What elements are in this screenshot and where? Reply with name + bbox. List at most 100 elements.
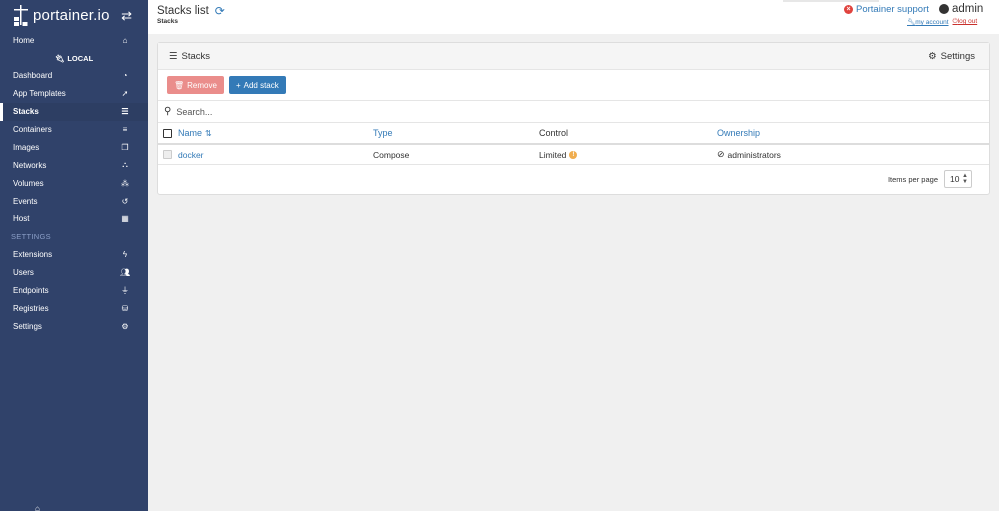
sidebar-item-registries[interactable]: Registries ⛁	[0, 300, 148, 318]
search-icon: ⚲	[164, 106, 172, 117]
dropdown-shadow	[783, 0, 879, 2]
widget-title: Stacks	[181, 50, 211, 62]
user-links: 🔧︎my account ⏻log out	[907, 18, 977, 26]
times-circle-icon: ×	[844, 5, 853, 14]
th-list-icon: ☰	[169, 50, 178, 62]
sidebar-item-home[interactable]: Home ⌂	[0, 32, 148, 50]
sidebar-item-volumes[interactable]: Volumes ⁂	[0, 174, 148, 192]
home-icon: ⌂	[122, 36, 128, 46]
page-header: Stacks list ⟳ Stacks × Portainer support…	[148, 0, 999, 34]
history-icon: ↺	[121, 196, 129, 206]
sidebar-item-images[interactable]: Images ❐	[0, 138, 148, 156]
select-arrows-icon: ▲ ▼	[962, 173, 968, 185]
user-circle-icon	[939, 4, 949, 14]
sort-alpha-icon: ⇅	[205, 128, 212, 138]
select-all-checkbox[interactable]	[163, 128, 172, 138]
exclamation-circle-icon: !	[569, 150, 578, 159]
sitemap-icon: ⛬	[122, 160, 128, 170]
table-header: Name ⇅ Type Control Ownership	[158, 123, 989, 145]
trash-icon: 🗑︎	[174, 80, 185, 90]
portainer-crane-icon	[14, 4, 28, 26]
sidebar: portainer.io ⇄ Home ⌂ 🔌︎ LOCAL Dashboard…	[0, 0, 148, 511]
sidebar-item-host[interactable]: Host ▦	[0, 210, 148, 228]
sidebar-item-label: Users	[13, 268, 34, 278]
add-stack-button[interactable]: + Add stack	[228, 76, 286, 94]
th-list-icon: ☰	[121, 107, 129, 117]
sidebar-item-label: App Templates	[13, 89, 66, 99]
sidebar-item-label: Volumes	[13, 178, 44, 188]
log-out-label: log out	[957, 18, 978, 25]
stack-ownership: ⊘ administrators	[717, 149, 781, 160]
remove-label: Remove	[187, 80, 217, 90]
stack-name-link[interactable]: docker	[178, 150, 204, 160]
column-name-label: Name	[178, 128, 203, 138]
sidebar-item-stacks[interactable]: Stacks ☰	[0, 102, 148, 121]
portainer-support-link[interactable]: × Portainer support	[844, 4, 929, 15]
control-label: Limited	[539, 149, 567, 160]
cog-icon: ⚙	[928, 50, 937, 62]
portainer-logo[interactable]: portainer.io	[12, 4, 110, 27]
sidebar-item-app-templates[interactable]: App Templates ➚	[0, 85, 148, 103]
search-bar: ⚲	[158, 100, 989, 123]
sidebar-item-containers[interactable]: Containers ≡	[0, 121, 148, 139]
column-control-header: Control	[539, 128, 569, 138]
sidebar-item-networks[interactable]: Networks ⛬	[0, 156, 148, 174]
sidebar-item-extensions[interactable]: Extensions ϟ	[0, 246, 148, 264]
table-settings-button[interactable]: ⚙ Settings	[928, 51, 975, 62]
tachometer-icon: ◔	[122, 71, 128, 81]
table-footer: Items per page 10 ▲ ▼	[158, 165, 989, 193]
sidebar-item-label: Home	[13, 36, 35, 46]
add-stack-label: Add stack	[243, 80, 279, 90]
row-checkbox[interactable]	[163, 150, 172, 159]
sidebar-item-dashboard[interactable]: Dashboard ◔	[0, 67, 148, 85]
plug-icon: 🔌︎	[54, 53, 65, 63]
server-icon: ≡	[122, 125, 128, 134]
sidebar-item-users[interactable]: Users 👥︎	[0, 264, 148, 282]
log-out-link[interactable]: ⏻log out	[953, 18, 978, 26]
cubes-icon: ⁂	[121, 178, 129, 188]
stack-control: Limited !	[539, 149, 578, 160]
sidebar-item-label: Networks	[13, 160, 47, 170]
column-name-header[interactable]: Name ⇅	[178, 128, 212, 138]
sidebar-item-label: Registries	[13, 304, 49, 314]
column-type-header[interactable]: Type	[373, 128, 393, 138]
remove-button[interactable]: 🗑︎ Remove	[167, 76, 224, 94]
rocket-icon: ➚	[121, 89, 129, 99]
sidebar-item-label: Stacks	[13, 107, 39, 117]
sidebar-item-label: Host	[13, 214, 30, 224]
endpoint-name: 🔌︎ LOCAL	[0, 50, 148, 67]
plug-icon: ⏚	[121, 286, 129, 296]
sidebar-item-settings[interactable]: Settings ⚙	[0, 317, 148, 335]
support-label: Portainer support	[856, 4, 929, 15]
brand: portainer.io ⇄	[0, 0, 148, 31]
my-account-label: my account	[915, 19, 949, 26]
bolt-icon: ϟ	[122, 250, 128, 260]
page-title-text: Stacks list	[157, 5, 209, 17]
username: admin	[952, 3, 984, 15]
portainer-footer-icon: ⌂	[35, 504, 40, 511]
search-input[interactable]	[176, 106, 577, 117]
users-icon: 👥︎	[120, 268, 131, 278]
items-per-page-select[interactable]: 10 ▲ ▼	[944, 170, 972, 188]
logo-text: portainer.io	[33, 7, 110, 24]
exchange-icon[interactable]: ⇄	[121, 8, 132, 24]
page-title: Stacks list ⟳	[157, 4, 225, 18]
sidebar-item-label: Dashboard	[13, 71, 53, 81]
refresh-icon[interactable]: ⟳	[215, 4, 225, 18]
table-row: docker Compose Limited ! ⊘ administrator…	[158, 145, 989, 165]
sidebar-item-label: Containers	[13, 125, 52, 134]
ownership-label: administrators	[727, 149, 781, 160]
breadcrumb: Stacks	[157, 18, 178, 25]
main-content: ☰ Stacks ⚙ Settings 🗑︎ Remove + Add stac…	[148, 34, 999, 511]
sidebar-item-label: Extensions	[13, 250, 53, 260]
items-per-page-label: Items per page	[887, 174, 938, 184]
sidebar-item-label: Settings	[13, 321, 42, 331]
sidebar-item-endpoints[interactable]: Endpoints ⏚	[0, 282, 148, 300]
my-account-link[interactable]: 🔧︎my account	[907, 18, 949, 26]
sidebar-item-events[interactable]: Events ↺	[0, 192, 148, 210]
column-ownership-header[interactable]: Ownership	[717, 128, 760, 138]
sidebar-item-label: Images	[13, 142, 40, 152]
actions-toolbar: 🗑︎ Remove + Add stack	[158, 70, 989, 100]
widget-header: ☰ Stacks ⚙ Settings	[158, 43, 989, 70]
settings-label: Settings	[940, 50, 975, 62]
